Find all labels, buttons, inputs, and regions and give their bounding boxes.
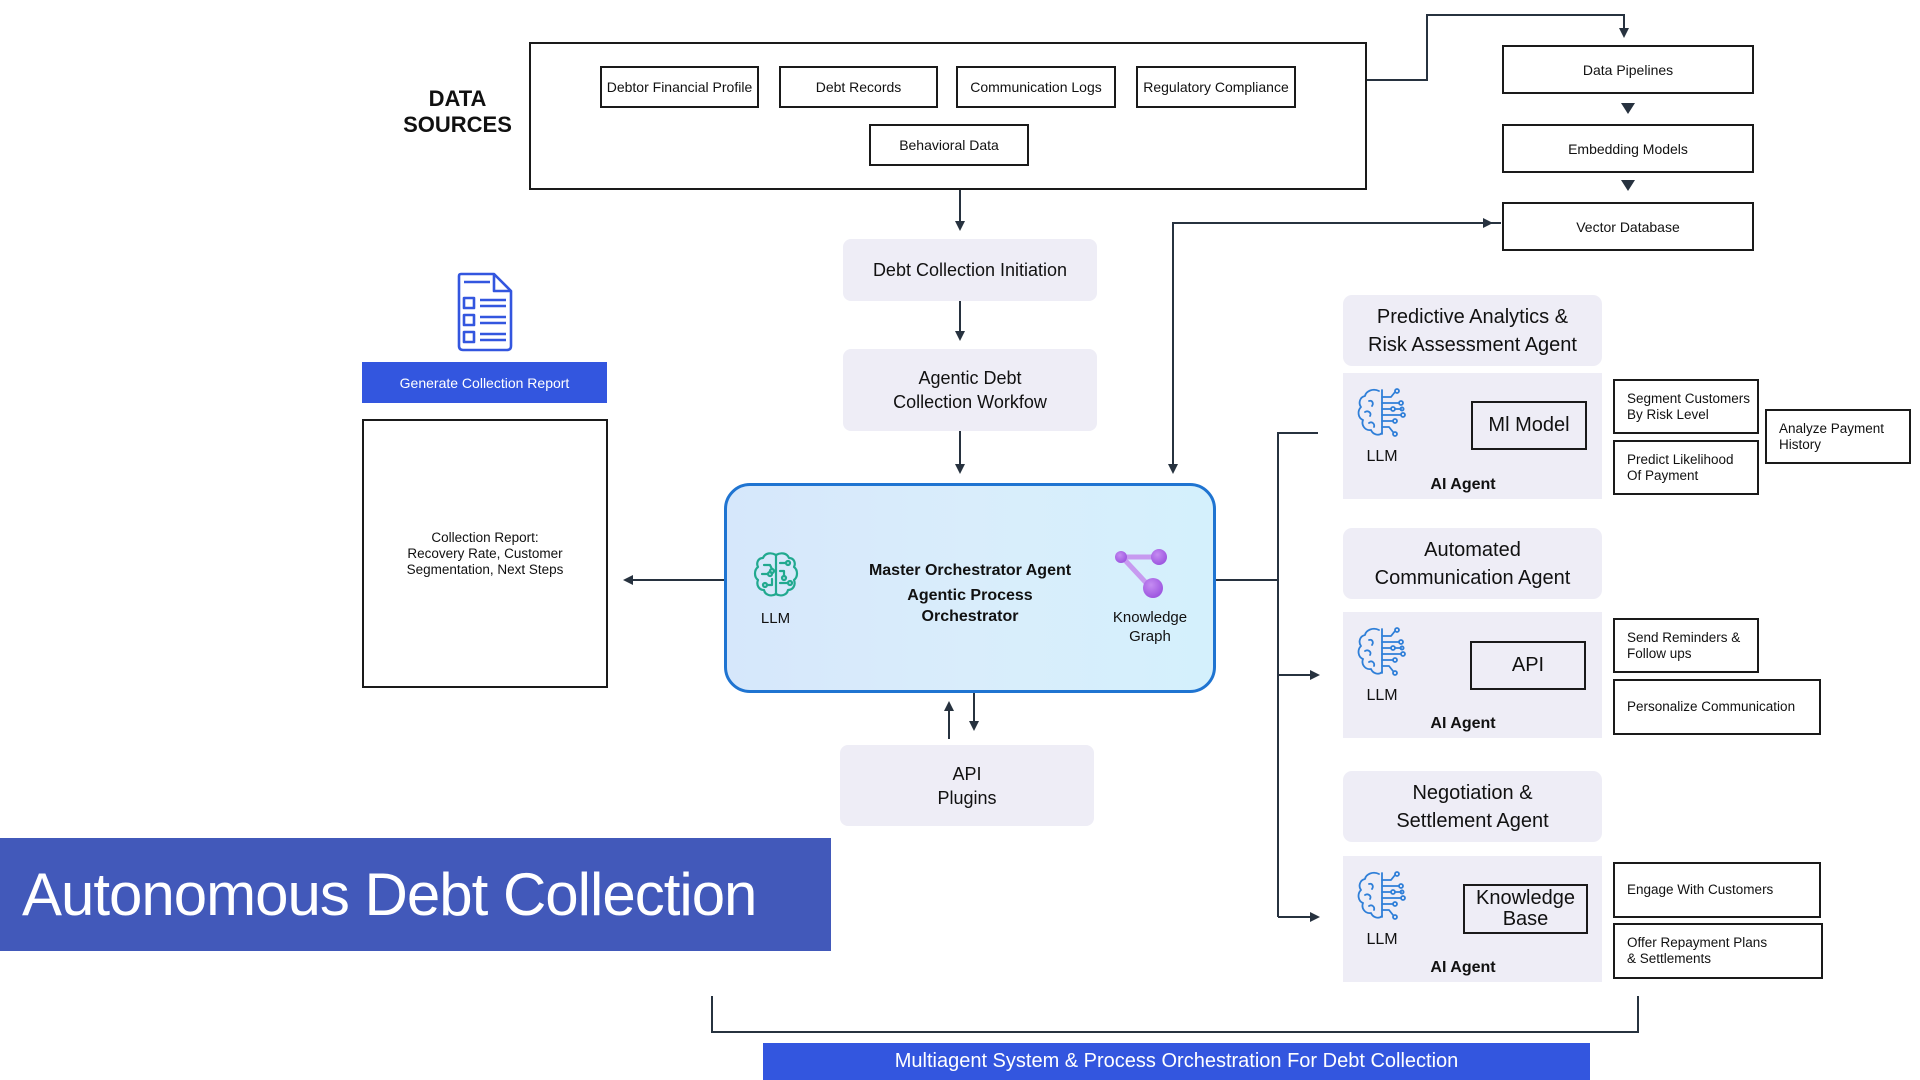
pipeline-arrow-2 xyxy=(1621,180,1635,191)
task-line1: Analyze Payment xyxy=(1779,420,1885,436)
data-source-communication-logs[interactable]: Communication Logs xyxy=(956,66,1116,108)
orchestrator-llm-label: LLM xyxy=(760,610,791,627)
orchestrator-subtitle-line1: Agentic Process xyxy=(907,587,1033,604)
agent-1-task[interactable]: Predict Likelihood Of Payment xyxy=(1613,440,1759,495)
agent-title-line2: Risk Assessment Agent xyxy=(1368,333,1577,356)
tool-line1: API xyxy=(1511,654,1545,676)
orchestrator-subtitle-line2: Orchestrator xyxy=(921,608,1019,625)
task-line2: Follow ups xyxy=(1627,645,1692,661)
data-sources-container xyxy=(529,42,1367,190)
llm-brain-icon xyxy=(1355,868,1411,929)
workflow-line1: Agentic Debt xyxy=(918,368,1022,388)
llm-brain-icon xyxy=(1355,624,1411,685)
data-source-behavioral-data[interactable]: Behavioral Data xyxy=(869,124,1029,166)
orchestrator-title: Master Orchestrator Agent Agentic Proces… xyxy=(840,560,1100,627)
agent-title-line1: Negotiation & xyxy=(1412,781,1533,804)
agent-2-tool[interactable]: API xyxy=(1470,641,1586,690)
llm-brain-icon xyxy=(1355,385,1411,446)
pipeline-data-pipelines[interactable]: Data Pipelines xyxy=(1502,45,1754,94)
agent-1-task[interactable]: Analyze Payment History xyxy=(1765,409,1911,464)
agentic-debt-collection-workflow[interactable]: Agentic Debt Collection Workfow xyxy=(843,349,1097,431)
task-line1: Predict Likelihood xyxy=(1627,451,1734,467)
workflow-line2: Collection Workfow xyxy=(893,392,1047,412)
ai-agent-label: AI Agent xyxy=(1430,715,1496,732)
task-line1: Personalize Communication xyxy=(1627,699,1796,714)
llm-brain-icon xyxy=(753,552,799,597)
task-line1: Send Reminders & xyxy=(1627,629,1741,645)
pipeline-embedding-models[interactable]: Embedding Models xyxy=(1502,124,1754,173)
tool-line1: Ml Model xyxy=(1488,414,1570,436)
system-bracket xyxy=(711,996,1639,1033)
task-line1: Offer Repayment Plans xyxy=(1627,935,1768,950)
pipeline-vector-database[interactable]: Vector Database xyxy=(1502,202,1754,251)
api-plugins-line2: Plugins xyxy=(937,787,997,808)
agent-3-tool[interactable]: Knowledge Base xyxy=(1463,884,1588,934)
task-line2: & Settlements xyxy=(1627,951,1712,966)
agent-title-line1: Predictive Analytics & xyxy=(1376,305,1569,328)
generate-collection-report-button[interactable]: Generate Collection Report xyxy=(362,362,607,403)
agent-title-line1: Automated xyxy=(1424,538,1521,561)
agent-2-task[interactable]: Send Reminders & Follow ups xyxy=(1613,618,1759,673)
agent-3-title[interactable]: Negotiation & Settlement Agent xyxy=(1343,771,1602,842)
agent-llm-label: LLM xyxy=(1366,687,1398,704)
data-source-debtor-financial-profile[interactable]: Debtor Financial Profile xyxy=(600,66,759,108)
report-line2: Recovery Rate, Customer xyxy=(407,545,563,561)
agent-2-title[interactable]: Automated Communication Agent xyxy=(1343,528,1602,599)
report-line3: Segmentation, Next Steps xyxy=(406,561,564,577)
agent-3-task[interactable]: Engage With Customers xyxy=(1613,862,1821,918)
kg-line1: Knowledge xyxy=(1112,609,1188,626)
api-plugins[interactable]: API Plugins xyxy=(840,745,1094,826)
ai-agent-label: AI Agent xyxy=(1430,959,1496,976)
data-sources-label-line1: DATA xyxy=(428,86,487,111)
knowledge-graph-label: Knowledge Graph xyxy=(1100,608,1200,646)
task-line2: History xyxy=(1779,436,1822,452)
agent-title-line2: Communication Agent xyxy=(1374,566,1571,589)
agent-llm-label: LLM xyxy=(1366,448,1398,465)
data-sources-label-line2: SOURCES xyxy=(403,112,512,137)
collection-report-box: Collection Report: Recovery Rate, Custom… xyxy=(362,419,608,688)
report-document-icon xyxy=(457,272,513,352)
agent-3-task[interactable]: Offer Repayment Plans & Settlements xyxy=(1613,923,1823,979)
agent-1-title[interactable]: Predictive Analytics & Risk Assessment A… xyxy=(1343,295,1602,366)
task-line1: Engage With Customers xyxy=(1627,882,1774,897)
tool-line1: Knowledge xyxy=(1476,887,1575,909)
orchestrator-title-line: Master Orchestrator Agent xyxy=(868,562,1072,579)
data-source-regulatory-compliance[interactable]: Regulatory Compliance xyxy=(1136,66,1296,108)
system-caption-bar: Multiagent System & Process Orchestratio… xyxy=(763,1043,1590,1080)
ai-agent-label: AI Agent xyxy=(1430,476,1496,493)
agent-1-tool[interactable]: Ml Model xyxy=(1471,401,1587,450)
api-plugins-line1: API xyxy=(952,763,982,784)
debt-collection-initiation[interactable]: Debt Collection Initiation xyxy=(843,239,1097,301)
report-line1: Collection Report: xyxy=(431,529,539,545)
agent-2-task[interactable]: Personalize Communication xyxy=(1613,679,1821,735)
agent-llm-label: LLM xyxy=(1366,931,1398,948)
agent-1-task[interactable]: Segment Customers By Risk Level xyxy=(1613,379,1759,434)
data-sources-label: DATA SOURCES xyxy=(395,86,520,138)
pipeline-arrow-1 xyxy=(1621,103,1635,114)
page-title: Autonomous Debt Collection xyxy=(0,838,831,951)
agent-bus xyxy=(1277,432,1318,917)
data-source-debt-records[interactable]: Debt Records xyxy=(779,66,938,108)
knowledge-graph-icon xyxy=(1115,549,1167,598)
task-line2: By Risk Level xyxy=(1627,406,1709,422)
kg-line2: Graph xyxy=(1129,628,1171,645)
task-line2: Of Payment xyxy=(1627,467,1699,483)
task-line1: Segment Customers xyxy=(1627,390,1751,406)
tool-line2: Base xyxy=(1502,908,1549,930)
agent-title-line2: Settlement Agent xyxy=(1396,809,1549,832)
